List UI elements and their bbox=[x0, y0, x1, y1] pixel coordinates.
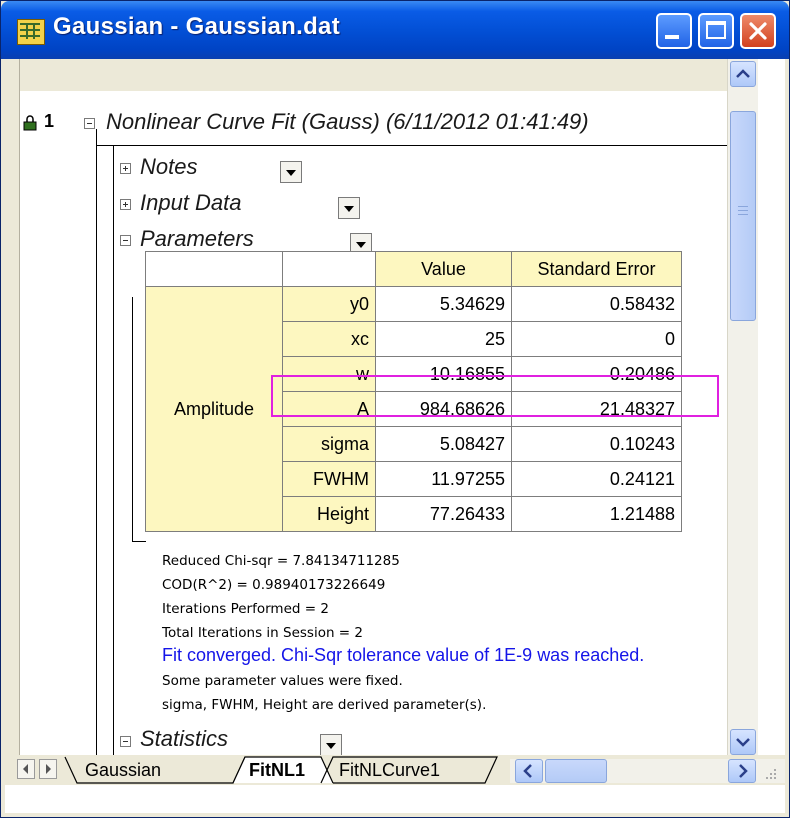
tree-line bbox=[132, 541, 146, 542]
table-corner-cell bbox=[145, 251, 283, 287]
fit-info-line: sigma, FWHM, Height are derived paramete… bbox=[162, 697, 487, 713]
fit-info-line: Total Iterations in Session = 2 bbox=[162, 625, 363, 641]
fit-info-line: Reduced Chi-sqr = 7.84134711285 bbox=[162, 553, 400, 569]
parameter-name: sigma bbox=[282, 426, 376, 462]
statistics-dropdown-button[interactable] bbox=[320, 734, 342, 756]
vertical-scrollbar[interactable] bbox=[727, 59, 758, 759]
collapse-statistics-toggle[interactable] bbox=[120, 736, 131, 747]
notes-section-label: Notes bbox=[140, 154, 198, 179]
scroll-left-button[interactable] bbox=[515, 759, 543, 783]
window-title: Gaussian - Gaussian.dat bbox=[53, 13, 340, 40]
parameter-value: 5.34629 bbox=[375, 286, 512, 322]
chevron-left-icon bbox=[523, 764, 532, 778]
tree-line bbox=[132, 297, 133, 541]
next-sheet-button[interactable] bbox=[39, 759, 57, 779]
input-data-dropdown-button[interactable] bbox=[338, 197, 360, 219]
tab-fitnlcurve1[interactable]: FitNLCurve1 bbox=[339, 757, 440, 783]
parameter-value: 11.97255 bbox=[375, 461, 512, 497]
parameter-error: 0 bbox=[511, 321, 682, 357]
tab-gaussian[interactable]: Gaussian bbox=[85, 757, 161, 783]
arrow-right-icon bbox=[46, 764, 51, 774]
previous-sheet-button[interactable] bbox=[17, 759, 35, 779]
collapse-parameters-toggle[interactable] bbox=[120, 235, 131, 246]
group-label: Amplitude bbox=[145, 286, 283, 532]
worksheet-area: 1 Nonlinear Curve Fit (Gauss) (6/11/2012… bbox=[5, 59, 785, 813]
chevron-right-icon bbox=[739, 764, 748, 778]
parameter-name: FWHM bbox=[282, 461, 376, 497]
maximize-button[interactable] bbox=[698, 13, 734, 49]
minimize-button[interactable] bbox=[656, 13, 692, 49]
parameter-error: 0.58432 bbox=[511, 286, 682, 322]
fit-info-line: Iterations Performed = 2 bbox=[162, 601, 329, 617]
row-number: 1 bbox=[44, 111, 55, 131]
expand-input-data-toggle[interactable] bbox=[120, 199, 131, 210]
scroll-up-button[interactable] bbox=[730, 61, 756, 87]
lock-icon[interactable] bbox=[22, 115, 38, 131]
close-button[interactable] bbox=[740, 13, 776, 49]
row-header-gutter bbox=[5, 59, 20, 759]
highlight-box bbox=[271, 375, 719, 417]
scroll-right-button[interactable] bbox=[728, 759, 756, 783]
table-row: Amplitude y0 5.34629 0.58432 bbox=[145, 286, 682, 532]
worksheet-grid-icon bbox=[17, 19, 45, 45]
horizontal-scroll-thumb[interactable] bbox=[545, 759, 607, 783]
report-window: Gaussian - Gaussian.dat 1 Nonlinear Curv… bbox=[0, 0, 790, 818]
title-bar[interactable]: Gaussian - Gaussian.dat bbox=[1, 1, 789, 59]
report-heading: Nonlinear Curve Fit (Gauss) (6/11/2012 0… bbox=[106, 109, 589, 134]
tree-line bbox=[96, 129, 97, 759]
fit-info-line: COD(R^2) = 0.98940173226649 bbox=[162, 577, 386, 593]
table-header-row: Value Standard Error bbox=[145, 251, 682, 287]
tree-line bbox=[113, 145, 114, 759]
vertical-scroll-thumb[interactable] bbox=[730, 111, 756, 321]
heading-underline bbox=[96, 145, 758, 146]
fit-converged-message: Fit converged. Chi-Sqr tolerance value o… bbox=[162, 645, 645, 665]
close-icon bbox=[749, 22, 767, 40]
fit-info-line: Some parameter values were fixed. bbox=[162, 673, 403, 689]
arrow-left-icon bbox=[23, 764, 28, 774]
collapse-report-toggle[interactable] bbox=[84, 118, 95, 129]
expand-notes-toggle[interactable] bbox=[120, 163, 131, 174]
parameters-section-label: Parameters bbox=[140, 226, 254, 251]
scroll-down-button[interactable] bbox=[730, 729, 756, 755]
minimize-icon bbox=[665, 35, 679, 39]
column-header-standard-error: Standard Error bbox=[511, 251, 682, 287]
resize-grip-icon[interactable] bbox=[762, 765, 778, 781]
chevron-down-icon bbox=[736, 738, 750, 747]
parameter-name: xc bbox=[282, 321, 376, 357]
chevron-up-icon bbox=[736, 69, 750, 78]
statistics-section-label: Statistics bbox=[140, 726, 229, 751]
table-corner-cell bbox=[282, 251, 376, 287]
horizontal-scrollbar[interactable] bbox=[510, 759, 785, 783]
parameter-error: 0.24121 bbox=[511, 461, 682, 497]
parameter-error: 1.21488 bbox=[511, 496, 682, 532]
parameter-value: 25 bbox=[375, 321, 512, 357]
maximize-icon bbox=[706, 21, 726, 39]
parameter-value: 77.26433 bbox=[375, 496, 512, 532]
tab-fitnl1[interactable]: FitNL1 bbox=[249, 757, 305, 783]
parameter-value: 5.08427 bbox=[375, 426, 512, 462]
parameter-error: 0.10243 bbox=[511, 426, 682, 462]
parameter-name: y0 bbox=[282, 286, 376, 322]
parameter-name: Height bbox=[282, 496, 376, 532]
column-header-band bbox=[20, 59, 758, 91]
notes-dropdown-button[interactable] bbox=[280, 161, 302, 183]
input-data-section-label: Input Data bbox=[140, 190, 242, 215]
column-header-value: Value bbox=[375, 251, 512, 287]
